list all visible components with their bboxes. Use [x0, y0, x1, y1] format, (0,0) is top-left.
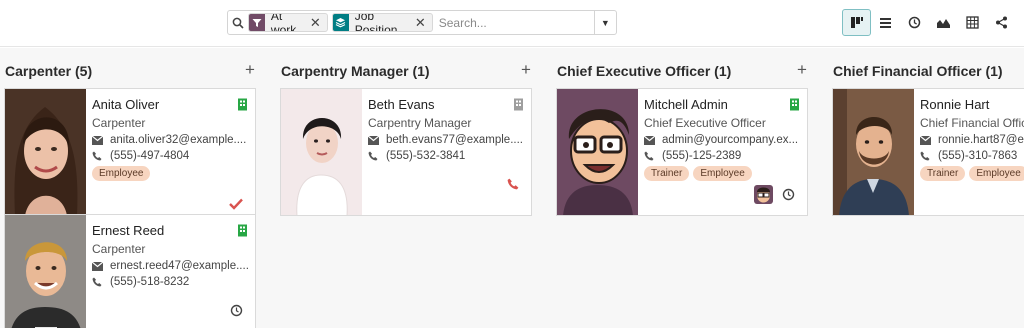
- filter-icon: [249, 14, 265, 31]
- employee-email[interactable]: ronnie.hart87@e: [938, 134, 1024, 146]
- view-switcher: [842, 9, 1016, 36]
- add-card-button[interactable]: +: [797, 60, 807, 80]
- close-icon[interactable]: ✕: [308, 14, 327, 31]
- employee-tag: Employee: [92, 166, 151, 181]
- employee-name: Ronnie Hart: [920, 97, 990, 112]
- employee-phone[interactable]: (555)-518-8232: [110, 276, 189, 288]
- column-title: Carpenter (5): [5, 63, 93, 79]
- graph-view-button[interactable]: [929, 9, 958, 36]
- employee-photo: [281, 89, 362, 215]
- employee-tag: Trainer: [644, 166, 690, 181]
- employee-card[interactable]: Anita Oliver Carpenter anita.oliver32@ex…: [4, 88, 256, 216]
- phone-icon[interactable]: [507, 178, 519, 190]
- employee-card[interactable]: Beth Evans Carpentry Manager beth.evans7…: [280, 88, 532, 216]
- list-view-button[interactable]: [871, 9, 900, 36]
- column-header-carpenter[interactable]: Carpenter (5): [5, 62, 92, 80]
- employee-email[interactable]: ernest.reed47@example....: [110, 260, 249, 272]
- pivot-view-button[interactable]: [958, 9, 987, 36]
- employee-phone[interactable]: (555)-497-4804: [110, 150, 189, 162]
- envelope-icon: [920, 135, 938, 145]
- employee-card[interactable]: Ernest Reed Carpenter ernest.reed47@exam…: [4, 214, 256, 328]
- employee-phone[interactable]: (555)-532-3841: [386, 150, 465, 162]
- building-icon: [790, 98, 799, 111]
- column-header-carpentry-manager[interactable]: Carpentry Manager (1): [281, 62, 430, 80]
- envelope-icon: [92, 135, 110, 145]
- clock-icon: [908, 16, 921, 29]
- job-title: Carpenter: [92, 116, 146, 130]
- phone-icon: [368, 151, 386, 161]
- employee-name: Anita Oliver: [92, 97, 160, 112]
- employee-name: Ernest Reed: [92, 223, 165, 238]
- list-icon: [880, 17, 891, 28]
- employee-tag: Employee: [693, 166, 752, 181]
- job-title: Carpentry Manager: [368, 116, 472, 130]
- add-card-button[interactable]: +: [521, 60, 531, 80]
- phone-icon: [644, 151, 662, 161]
- facet-label: Job Position: [354, 13, 398, 32]
- employee-tag: Trainer: [920, 166, 966, 181]
- pivot-table-icon: [966, 16, 979, 29]
- search-options-dropdown-icon[interactable]: ▼: [593, 11, 616, 34]
- employee-email[interactable]: beth.evans77@example....: [386, 134, 523, 146]
- phone-icon: [920, 151, 938, 161]
- employee-tag: Employee: [969, 166, 1024, 181]
- envelope-icon: [92, 261, 110, 271]
- close-icon[interactable]: ✕: [413, 14, 432, 31]
- employee-name: Mitchell Admin: [644, 97, 728, 112]
- employee-phone[interactable]: (555)-125-2389: [662, 150, 741, 162]
- clock-icon[interactable]: [782, 188, 795, 201]
- employee-photo: [557, 89, 638, 215]
- building-icon: [514, 98, 523, 111]
- share-nodes-icon: [996, 16, 1007, 29]
- add-card-button[interactable]: +: [245, 60, 255, 80]
- envelope-icon: [644, 135, 662, 145]
- layers-icon: [332, 14, 349, 31]
- employee-photo: [5, 215, 86, 328]
- search-input[interactable]: [436, 12, 594, 33]
- phone-icon: [92, 151, 110, 161]
- facet-groupby-job-position: Job Position ✕: [331, 13, 433, 32]
- activity-view-button[interactable]: [900, 9, 929, 36]
- employee-email[interactable]: anita.oliver32@example....: [110, 134, 246, 146]
- employee-phone[interactable]: (555)-310-7863: [938, 150, 1017, 162]
- clock-icon[interactable]: [230, 304, 243, 317]
- employee-photo: [5, 89, 86, 215]
- kanban-board: Carpenter (5) + Anita Oliver Carpenter a…: [0, 48, 1024, 328]
- kanban-view-button[interactable]: [842, 9, 871, 36]
- building-icon: [238, 224, 247, 237]
- column-title: Chief Executive Officer (1): [557, 63, 732, 79]
- envelope-icon: [368, 135, 386, 145]
- search-bar[interactable]: At work ✕ Job Position ✕ ▼: [227, 10, 617, 35]
- job-title: Carpenter: [92, 242, 146, 256]
- column-title: Chief Financial Officer (1): [833, 63, 1003, 79]
- column-header-chief-financial-officer[interactable]: Chief Financial Officer (1): [833, 62, 1003, 80]
- avatar[interactable]: [754, 185, 773, 204]
- facet-label: At work: [270, 13, 297, 32]
- hierarchy-view-button[interactable]: [987, 9, 1016, 36]
- job-title: Chief Financial Officer: [920, 116, 1024, 130]
- employee-card[interactable]: Mitchell Admin Chief Executive Officer a…: [556, 88, 808, 216]
- kanban-icon: [850, 17, 863, 28]
- building-icon: [238, 98, 247, 111]
- column-header-chief-executive-officer[interactable]: Chief Executive Officer (1): [557, 62, 731, 80]
- phone-icon: [92, 277, 110, 287]
- employee-email[interactable]: admin@yourcompany.ex...: [662, 134, 798, 146]
- employee-photo: [833, 89, 914, 215]
- area-chart-icon: [937, 18, 950, 28]
- search-icon[interactable]: [228, 11, 248, 34]
- employee-name: Beth Evans: [368, 97, 435, 112]
- column-title: Carpentry Manager (1): [281, 63, 430, 79]
- control-panel: At work ✕ Job Position ✕ ▼: [0, 0, 1024, 47]
- facet-filter-at-work: At work ✕: [248, 13, 328, 32]
- job-title: Chief Executive Officer: [644, 116, 766, 130]
- check-icon[interactable]: [229, 198, 243, 210]
- employee-card[interactable]: Ronnie Hart Chief Financial Officer ronn…: [832, 88, 1024, 216]
